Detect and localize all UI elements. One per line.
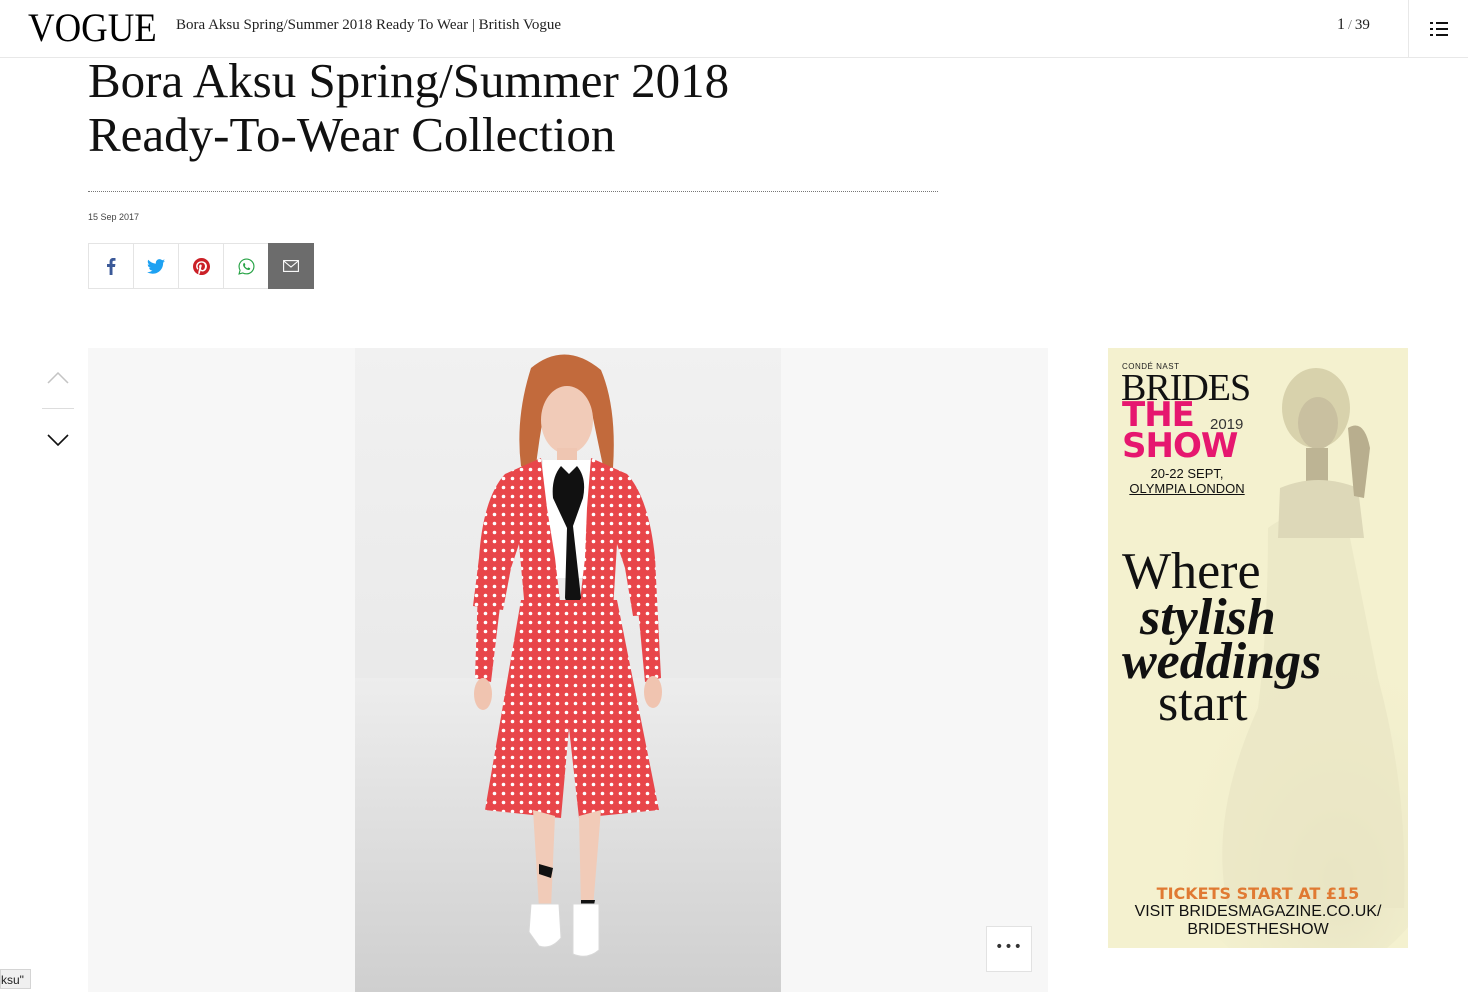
twitter-icon: [147, 258, 165, 274]
more-options-button[interactable]: •••: [986, 926, 1032, 972]
gallery-stage: •••: [88, 348, 1048, 992]
headline-line-2: Ready-To-Wear Collection: [88, 107, 616, 162]
slide-counter-separator: /: [1348, 18, 1352, 33]
publish-date: 15 Sep 2017: [88, 212, 140, 222]
slide-counter-current: 1: [1337, 16, 1345, 33]
link-status-tooltip: ksu": [0, 969, 31, 989]
top-navigation-bar: VOGUE Bora Aksu Spring/Summer 2018 Ready…: [0, 0, 1468, 58]
headline-divider: [88, 191, 938, 192]
pinterest-icon: [192, 257, 210, 275]
share-facebook-button[interactable]: [88, 243, 134, 289]
slide-nav-divider: [42, 408, 74, 409]
ad-date-range: 20-22 SEPT,: [1150, 466, 1224, 481]
share-email-button[interactable]: [268, 243, 314, 289]
slide-counter: 1/39: [1337, 16, 1370, 34]
gallery-list-button[interactable]: [1408, 0, 1468, 58]
article-headline: Bora Aksu Spring/Summer 2018 Ready-To-We…: [88, 54, 968, 162]
ad-venue: OLYMPIA LONDON: [1129, 481, 1245, 496]
previous-slide-button[interactable]: [42, 360, 74, 396]
slide-counter-total: 39: [1354, 17, 1370, 33]
ad-tickets: TICKETS START AT £15: [1156, 884, 1360, 903]
email-icon: [283, 260, 299, 272]
share-whatsapp-button[interactable]: [223, 243, 269, 289]
ad-tagline-4: start: [1158, 675, 1248, 732]
ad-dates: 20-22 SEPT, OLYMPIA LONDON: [1122, 466, 1252, 496]
ad-visit-url: VISIT BRIDESMAGAZINE.CO.UK/ BRIDESTHESHO…: [1108, 903, 1408, 939]
next-slide-button[interactable]: [42, 422, 74, 458]
more-dots-icon: •••: [995, 939, 1023, 955]
whatsapp-icon: [237, 257, 255, 275]
share-twitter-button[interactable]: [133, 243, 179, 289]
ad-visit-line-1: VISIT BRIDESMAGAZINE.CO.UK/: [1134, 903, 1382, 920]
brides-the-show-advert[interactable]: CONDÉ NAST BRIDES THE SHOW 2019 20-22 SE…: [1108, 348, 1408, 948]
ad-visit-line-2: BRIDESTHESHOW: [1187, 921, 1329, 938]
headline-line-1: Bora Aksu Spring/Summer 2018: [88, 53, 730, 108]
gallery-title: Bora Aksu Spring/Summer 2018 Ready To We…: [176, 17, 562, 33]
runway-model-image: [355, 354, 781, 992]
list-menu-icon: [1429, 21, 1448, 37]
runway-photo[interactable]: [355, 348, 781, 992]
chevron-down-icon: [47, 434, 69, 446]
share-pinterest-button[interactable]: [178, 243, 224, 289]
chevron-up-icon: [47, 372, 69, 384]
share-bar: [88, 243, 314, 289]
facebook-icon: [107, 258, 116, 275]
vogue-logo[interactable]: VOGUE: [28, 6, 157, 50]
ad-year: 2019: [1210, 416, 1244, 433]
